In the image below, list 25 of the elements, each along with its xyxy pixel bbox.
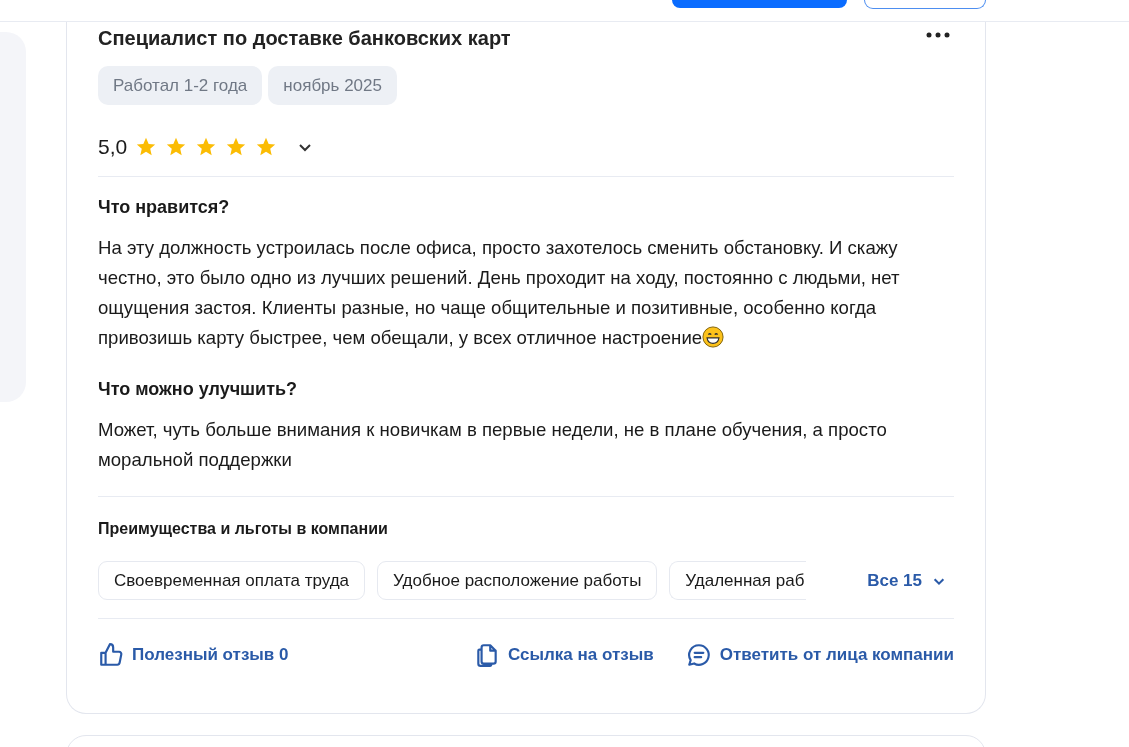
show-all-button[interactable]: Все 15 xyxy=(867,567,946,594)
star-icon xyxy=(135,136,158,158)
benefit-tag: Удаленная раб xyxy=(669,561,807,600)
section-heading: Что можно улучшить? xyxy=(98,378,299,401)
thumbs-up-icon xyxy=(98,642,124,668)
reply-button[interactable]: Ответить от лица компании xyxy=(685,642,954,668)
star-icon xyxy=(255,136,278,158)
tag: ноябрь 2025 xyxy=(268,66,397,105)
star-icon xyxy=(195,136,218,158)
review-title: Специалист по доставке банковских карт xyxy=(98,26,511,51)
review-text: На эту должность устроилась после офиса, просто захотелось сменить обстановку. И скажу честно, это было одно из лучших решений. День проходит на ходу, постоянно с людьми, нет ощущения застоя. Клиенты разные, но чаще общительные и позитивные, особенно когда привозишь карту быстрее, чем обещали, у всех отличное настроение xyxy=(98,236,901,350)
section-heading: Что нравится? xyxy=(98,196,231,219)
benefit-tag: Удобное расположение работы xyxy=(377,561,658,600)
benefit-tag: Своевременная оплата труда xyxy=(98,561,366,600)
star-icon xyxy=(225,136,248,158)
chat-icon xyxy=(685,642,712,668)
more-icon[interactable] xyxy=(926,32,950,38)
star-icon xyxy=(165,136,188,158)
copy-link-button[interactable]: Ссылка на отзыв xyxy=(474,642,654,668)
rating-value: 5,0 xyxy=(98,134,128,161)
grinning-emoji-icon xyxy=(702,326,725,348)
helpful-button[interactable]: Полезный отзыв 0 xyxy=(98,642,289,668)
review-text: Может, чуть больше внимания к новичкам в первые недели, не в плане обучения, а просто моральной поддержки xyxy=(98,418,888,472)
tag: Работал 1-2 года xyxy=(98,66,263,105)
benefits-heading: Преимущества и льготы в компании xyxy=(98,519,389,539)
